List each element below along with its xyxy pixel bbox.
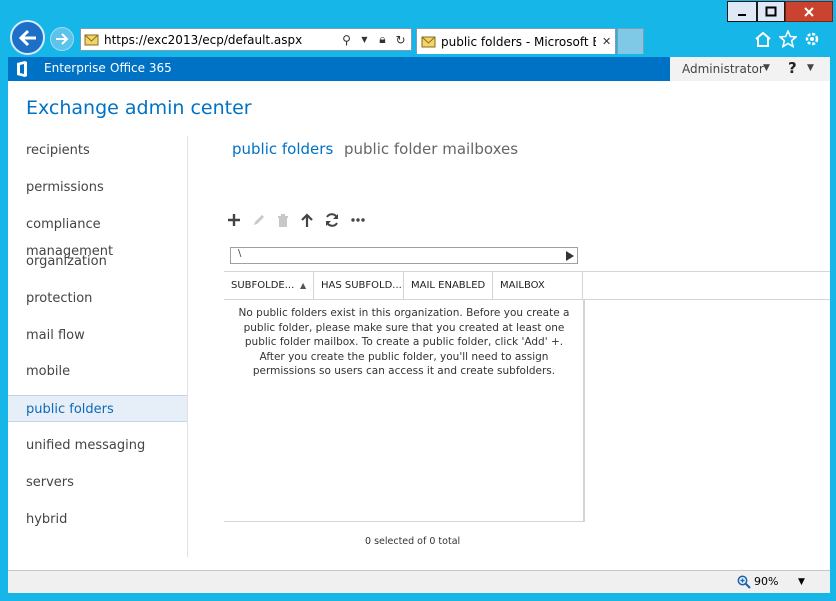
user-name[interactable]: Administrator	[682, 62, 764, 76]
o365-navbar: Enterprise Office 365 Administrator ▼ ? …	[8, 57, 830, 81]
search-icon[interactable]: ⚲	[339, 33, 354, 47]
arrow-left-icon	[18, 29, 36, 46]
grid-header: SUBFOLDE... ▲ HAS SUBFOLD... MAIL ENABLE…	[224, 271, 830, 300]
browser-tab[interactable]: public folders - Microsoft E... ✕	[416, 28, 616, 54]
empty-state-message: No public folders exist in this organiza…	[238, 307, 570, 377]
address-url[interactable]: https://exc2013/ecp/default.aspx	[104, 33, 339, 47]
sidebar-item-compliance-management[interactable]: compliance management	[8, 211, 188, 259]
chevron-down-icon[interactable]: ▼	[357, 35, 372, 44]
column-header-has-subfolders[interactable]: HAS SUBFOLD...	[314, 272, 404, 299]
column-header-mailbox[interactable]: MAILBOX	[493, 272, 583, 299]
folder-path-text: \	[238, 248, 242, 259]
chevron-down-icon[interactable]: ▼	[807, 63, 814, 73]
close-window-button[interactable]	[785, 1, 833, 22]
chevron-down-icon[interactable]: ▼	[798, 577, 805, 587]
sidebar-item-servers[interactable]: servers	[8, 469, 188, 496]
sidebar-item-unified-messaging[interactable]: unified messaging	[8, 432, 188, 459]
more-icon[interactable]	[349, 211, 367, 229]
refresh-icon[interactable]	[323, 211, 341, 229]
address-bar[interactable]: https://exc2013/ecp/default.aspx ⚲ ▼ 🔒︎ …	[80, 28, 412, 51]
zoom-level[interactable]: 90%	[754, 575, 778, 588]
site-favicon-icon	[421, 36, 436, 47]
sidebar-item-organization[interactable]: organization	[8, 248, 188, 275]
sort-ascending-icon: ▲	[300, 281, 307, 290]
tab-public-folder-mailboxes[interactable]: public folder mailboxes	[344, 140, 518, 158]
move-up-icon[interactable]	[298, 211, 316, 229]
gear-icon[interactable]	[801, 28, 823, 50]
sidebar-item-hybrid[interactable]: hybrid	[8, 506, 188, 533]
column-header-label: HAS SUBFOLD...	[321, 280, 402, 291]
add-icon[interactable]	[225, 211, 243, 229]
minimize-button[interactable]	[727, 1, 757, 22]
play-arrow-icon[interactable]	[563, 248, 577, 263]
tab-close-icon[interactable]: ✕	[602, 35, 611, 48]
details-pane	[584, 300, 830, 522]
sidebar-item-protection[interactable]: protection	[8, 285, 188, 312]
selection-count: 0 selected of 0 total	[365, 536, 461, 547]
edit-icon	[250, 211, 268, 229]
zoom-icon[interactable]	[737, 575, 751, 589]
site-favicon-icon	[84, 34, 99, 45]
close-icon	[804, 6, 814, 17]
back-button[interactable]	[10, 20, 45, 55]
column-header-label: SUBFOLDE...	[231, 280, 295, 291]
sidebar-divider	[187, 136, 188, 557]
forward-button[interactable]	[50, 27, 74, 51]
tab-title: public folders - Microsoft E...	[441, 34, 596, 49]
sidebar-item-permissions[interactable]: permissions	[8, 174, 188, 201]
grid-body: No public folders exist in this organiza…	[224, 300, 584, 522]
column-header-subfolder[interactable]: SUBFOLDE... ▲	[224, 272, 314, 299]
home-icon[interactable]	[752, 28, 774, 50]
office-logo-icon	[17, 61, 27, 77]
sidebar-item-mobile[interactable]: mobile	[8, 358, 188, 385]
status-bar: 90% ▼	[8, 570, 830, 593]
tab-public-folders[interactable]: public folders	[232, 140, 333, 158]
delete-icon	[274, 211, 292, 229]
column-header-label: MAIL ENABLED	[411, 280, 486, 291]
chevron-down-icon[interactable]: ▼	[763, 63, 770, 73]
help-icon[interactable]: ?	[788, 59, 797, 77]
sidebar-item-recipients[interactable]: recipients	[8, 137, 188, 164]
maximize-icon	[765, 6, 777, 16]
refresh-page-icon[interactable]: ↻	[393, 33, 408, 47]
minimize-icon	[738, 13, 746, 16]
user-menu[interactable]: Administrator ▼ ? ▼	[670, 57, 830, 81]
page-content: Exchange admin center recipients permiss…	[8, 81, 830, 570]
favorites-star-icon[interactable]	[777, 28, 799, 50]
maximize-button[interactable]	[757, 1, 785, 22]
column-header-label: MAILBOX	[500, 280, 545, 291]
lock-icon[interactable]: 🔒︎	[375, 32, 390, 47]
folder-path-box[interactable]: \	[230, 247, 578, 264]
sidebar-item-public-folders[interactable]: public folders	[8, 395, 188, 422]
nav-link-enterprise[interactable]: Enterprise	[44, 61, 106, 75]
new-tab-button[interactable]	[617, 28, 644, 54]
nav-link-office365[interactable]: Office 365	[110, 61, 172, 75]
page-title: Exchange admin center	[26, 97, 252, 119]
sidebar-item-mail-flow[interactable]: mail flow	[8, 322, 188, 349]
column-header-mail-enabled[interactable]: MAIL ENABLED	[404, 272, 493, 299]
arrow-right-icon	[56, 33, 69, 45]
